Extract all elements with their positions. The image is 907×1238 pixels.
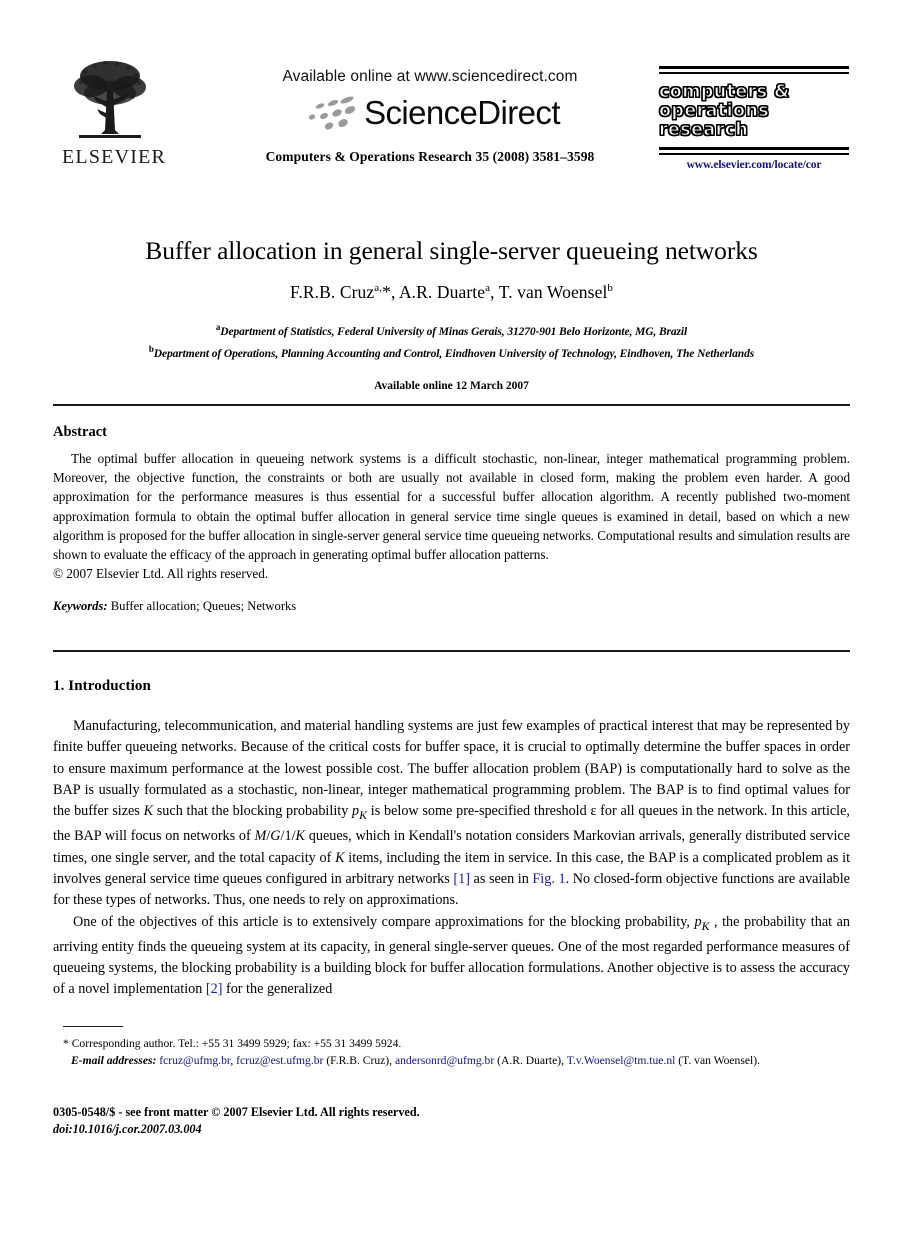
- issn-front-matter-line: 0305-0548/$ - see front matter © 2007 El…: [53, 1105, 420, 1119]
- elsevier-tree-icon: [74, 61, 146, 138]
- email-attrib-4: (T. van Woensel).: [678, 1054, 760, 1068]
- email-link-1[interactable]: fcruz@ufmg.br: [159, 1054, 230, 1067]
- footnotes-block: * Corresponding author. Tel.: +55 31 349…: [53, 1036, 850, 1070]
- abstract-copyright: © 2007 Elsevier Ltd. All rights reserved…: [53, 566, 269, 582]
- title-block: Buffer allocation in general single-serv…: [53, 236, 850, 392]
- abstract-rule-top: [53, 404, 850, 406]
- email-attrib-3: (A.R. Duarte),: [497, 1054, 565, 1068]
- keywords-value: Buffer allocation; Queues; Networks: [110, 599, 297, 614]
- introduction-body: Manufacturing, telecommunication, and ma…: [53, 716, 850, 1001]
- sciencedirect-block: Available online at www.sciencedirect.co…: [210, 68, 650, 165]
- email-attrib-1: (F.R.B. Cruz),: [326, 1054, 393, 1068]
- keywords: Keywords: Buffer allocation; Queues; Net…: [53, 599, 850, 614]
- section-heading-introduction: 1. Introduction: [53, 678, 151, 694]
- available-online-text: Available online at www.sciencedirect.co…: [282, 68, 578, 85]
- journal-rule-bottom: [659, 147, 849, 155]
- available-online-date: Available online 12 March 2007: [374, 379, 529, 392]
- email-addresses-label: E-mail addresses:: [71, 1054, 157, 1068]
- journal-logo-box: computers & operations research www.else…: [658, 66, 849, 171]
- journal-title-line-2: operations: [658, 101, 770, 121]
- sciencedirect-swoosh-icon: [309, 96, 356, 130]
- elsevier-wordmark: ELSEVIER: [62, 146, 167, 168]
- paragraph-2: One of the objectives of this article is…: [53, 913, 850, 998]
- abstract-rule-bottom: [53, 650, 850, 652]
- abstract-text: The optimal buffer allocation in queuein…: [53, 451, 850, 563]
- journal-title-line-3: research: [658, 120, 749, 140]
- journal-url-link[interactable]: www.elsevier.com/locate/cor: [659, 159, 849, 171]
- email-link-3[interactable]: andersonrd@ufmg.br: [395, 1054, 494, 1067]
- elsevier-logo: ELSEVIER: [62, 56, 167, 169]
- doi-line: doi:10.1016/j.cor.2007.03.004: [53, 1122, 202, 1136]
- affiliations: aDepartment of Statistics, Federal Unive…: [53, 319, 850, 363]
- email-link-4[interactable]: T.v.Woensel@tm.tue.nl: [567, 1054, 676, 1067]
- paper-page: ELSEVIER Available online at www.science…: [0, 0, 907, 1238]
- footnote-corresponding-author: * Corresponding author. Tel.: +55 31 349…: [63, 1037, 402, 1050]
- author-list: F.R.B. Cruza,*, A.R. Duartea, T. van Woe…: [289, 282, 614, 302]
- keywords-label: Keywords:: [53, 599, 108, 614]
- journal-title: computers & operations research: [658, 82, 849, 140]
- abstract-block: Abstract The optimal buffer allocation i…: [53, 424, 850, 614]
- journal-title-line-1: computers &: [658, 82, 790, 102]
- affiliation-a: aDepartment of Statistics, Federal Unive…: [53, 319, 850, 341]
- sciencedirect-wordmark: ScienceDirect: [364, 94, 560, 131]
- footnote-emails: E-mail addresses: fcruz@ufmg.br, fcruz@e…: [53, 1053, 850, 1069]
- bottom-matter: 0305-0548/$ - see front matter © 2007 El…: [53, 1104, 420, 1138]
- paragraph-1: Manufacturing, telecommunication, and ma…: [53, 718, 851, 909]
- abstract-heading: Abstract: [53, 424, 107, 440]
- affiliation-b-text: Department of Operations, Planning Accou…: [153, 347, 755, 360]
- journal-rule-top: [659, 66, 849, 74]
- affiliation-a-text: Department of Statistics, Federal Univer…: [220, 325, 688, 338]
- page-title: Buffer allocation in general single-serv…: [145, 236, 758, 265]
- affiliation-b: bDepartment of Operations, Planning Acco…: [53, 341, 850, 363]
- journal-citation: Computers & Operations Research 35 (2008…: [265, 149, 595, 164]
- email-link-2[interactable]: fcruz@est.ufmg.br: [236, 1054, 323, 1067]
- footnote-separator-rule: [63, 1026, 123, 1027]
- masthead: ELSEVIER Available online at www.science…: [0, 0, 907, 200]
